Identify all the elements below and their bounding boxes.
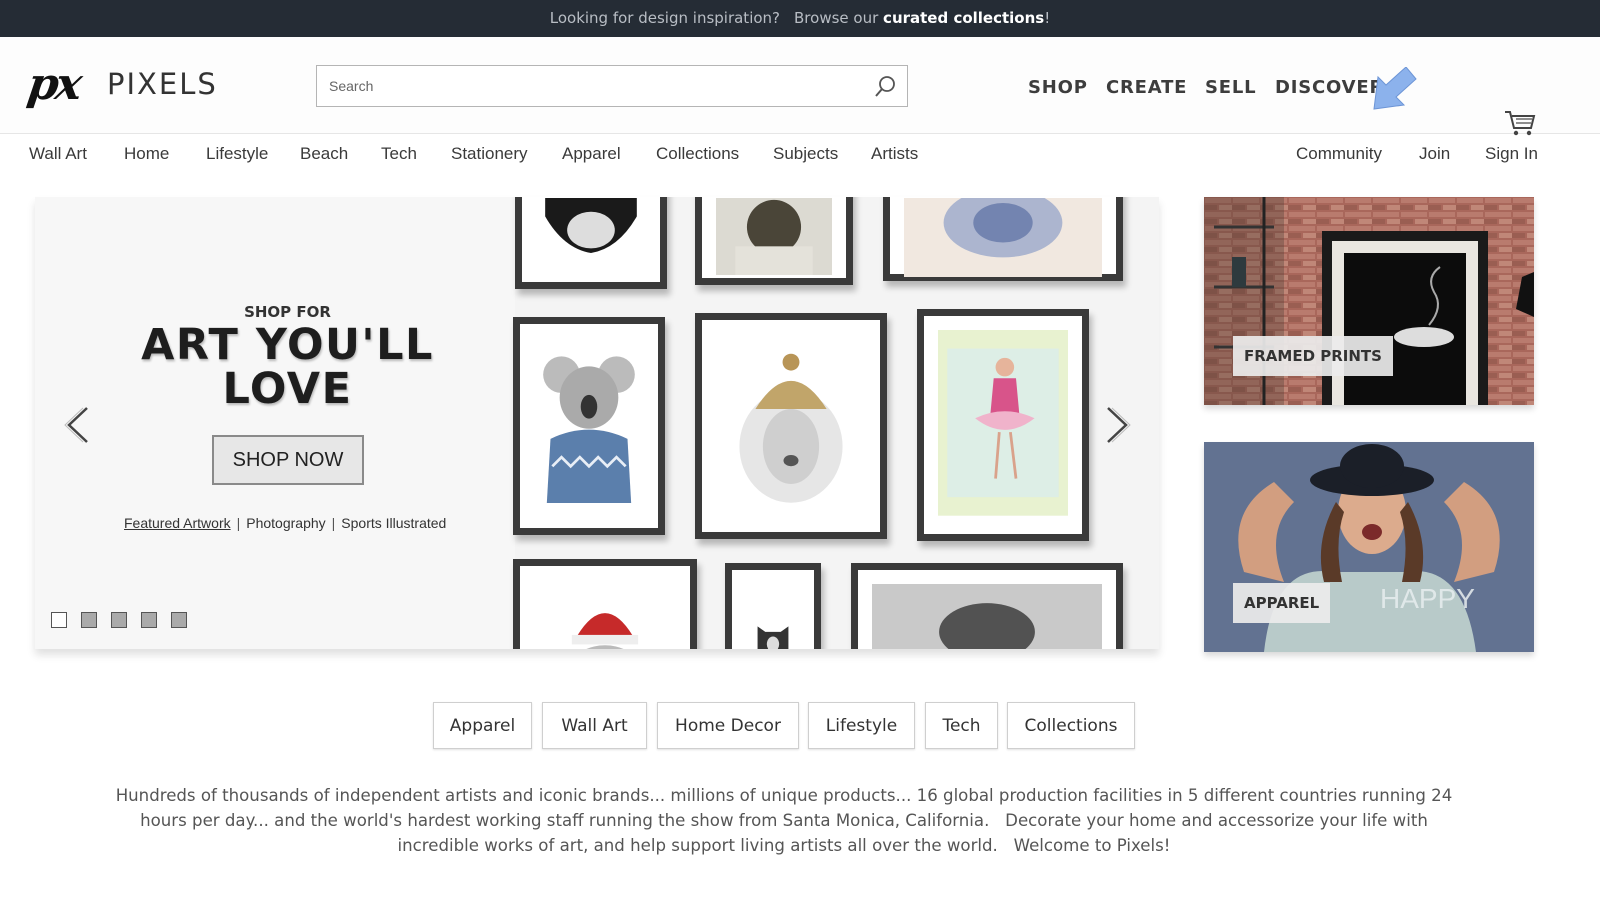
category-wall-art-button[interactable]: Wall Art <box>542 702 647 749</box>
subnav-collections[interactable]: Collections <box>656 144 739 164</box>
subnav-home[interactable]: Home <box>124 144 169 164</box>
hero-image-framed-art <box>513 197 1159 649</box>
frame-penguin <box>515 197 667 289</box>
shop-now-button[interactable]: SHOP NOW <box>212 435 364 485</box>
subnav-stationery[interactable]: Stationery <box>451 144 528 164</box>
framed-prints-label[interactable]: FRAMED PRINTS <box>1233 336 1393 376</box>
intro-paragraph: Hundreds of thousands of independent art… <box>100 783 1468 858</box>
hero-panel <box>35 197 515 649</box>
ballerina-artwork <box>938 330 1068 516</box>
frame-portrait <box>695 197 853 285</box>
slide-dot[interactable] <box>51 612 67 628</box>
subnav-subjects[interactable]: Subjects <box>773 144 838 164</box>
category-nav: Wall Art Home Lifestyle Beach Tech Stati… <box>0 135 1600 173</box>
frame-lion <box>695 313 887 539</box>
search-box <box>316 65 908 107</box>
hero-headline-line1: ART YOU'LL <box>141 320 434 370</box>
search-input[interactable] <box>317 66 867 106</box>
search-icon[interactable] <box>873 75 897 99</box>
lion-artwork <box>716 334 866 522</box>
blue-lion-artwork <box>904 198 1102 278</box>
koala-artwork <box>534 338 644 513</box>
subnav-sign-in[interactable]: Sign In <box>1485 144 1538 164</box>
frame-ballerina <box>917 309 1089 541</box>
subnav-community[interactable]: Community <box>1296 144 1382 164</box>
intro-line: hours per day... and the world's hardest… <box>140 811 1428 830</box>
subnav-apparel[interactable]: Apparel <box>562 144 621 164</box>
santa-koala-artwork <box>534 580 676 649</box>
category-lifestyle-button[interactable]: Lifestyle <box>808 702 915 749</box>
nav-shop[interactable]: SHOP <box>1028 77 1088 98</box>
nav-discover[interactable]: DISCOVER <box>1275 77 1384 98</box>
frame-santa-koala <box>513 559 697 649</box>
subnav-tech[interactable]: Tech <box>381 144 417 164</box>
nav-sell[interactable]: SELL <box>1205 77 1256 98</box>
promo-text: Looking for design inspiration? <box>549 9 781 27</box>
subnav-join[interactable]: Join <box>1419 144 1450 164</box>
carousel-prev-icon[interactable] <box>63 405 93 445</box>
portrait-artwork <box>716 198 832 276</box>
curated-collections-link[interactable]: curated collections <box>883 9 1044 27</box>
logo-text[interactable]: PIXELS <box>107 67 218 101</box>
frame-koala <box>513 317 665 535</box>
promo-bar: Looking for design inspiration? Browse ou… <box>0 0 1600 37</box>
slide-dot[interactable] <box>141 612 157 628</box>
apparel-label[interactable]: APPAREL <box>1233 583 1331 623</box>
shirt-text: HAPPY <box>1380 583 1475 614</box>
pointer-arrow-icon <box>1373 67 1417 110</box>
hero-links: Featured Artwork | Photography | Sports Illu… <box>124 515 447 531</box>
category-home-decor-button[interactable]: Home Decor <box>657 702 799 749</box>
apparel-tile[interactable]: HAPPY APPAREL <box>1204 442 1534 652</box>
sports-illustrated-link[interactable]: Sports Illustrated <box>341 515 446 531</box>
intro-line: incredible works of art, and help suppor… <box>397 836 1171 855</box>
nav-create[interactable]: CREATE <box>1106 77 1187 98</box>
category-apparel-button[interactable]: Apparel <box>433 702 532 749</box>
intro-line: Hundreds of thousands of independent art… <box>115 786 1453 805</box>
hero-headline-line2: LOVE <box>222 364 353 414</box>
slide-dot[interactable] <box>171 612 187 628</box>
penguin-artwork <box>545 198 637 253</box>
cat-artwork <box>746 584 800 649</box>
frame-cat <box>725 563 821 649</box>
yellow-head-artwork <box>872 584 1102 649</box>
category-collections-button[interactable]: Collections <box>1007 702 1135 749</box>
hero-headline: ART YOU'LL LOVE <box>35 323 540 411</box>
framed-prints-tile[interactable]: FRAMED PRINTS <box>1204 197 1534 405</box>
photography-link[interactable]: Photography <box>246 515 325 531</box>
slide-dot[interactable] <box>111 612 127 628</box>
hero-carousel: SHOP FOR ART YOU'LL LOVE SHOP NOW Featur… <box>35 197 1159 649</box>
frame-yellow-head <box>851 563 1123 649</box>
promo-end: ! <box>1044 9 1051 27</box>
promo-browse: Browse our <box>794 9 879 27</box>
subnav-beach[interactable]: Beach <box>300 144 348 164</box>
category-buttons: Apparel Wall Art Home Decor Lifestyle Te… <box>0 702 1600 749</box>
logo-mark[interactable]: px <box>24 59 82 110</box>
frame-blue-lion <box>883 197 1123 281</box>
subnav-artists[interactable]: Artists <box>871 144 918 164</box>
site-header: px PIXELS SHOP CREATE SELL DISCOVER <box>0 37 1600 137</box>
featured-artwork-link[interactable]: Featured Artwork <box>124 515 231 531</box>
category-tech-button[interactable]: Tech <box>925 702 998 749</box>
subnav-lifestyle[interactable]: Lifestyle <box>206 144 268 164</box>
cart-icon[interactable] <box>1504 109 1536 137</box>
hero-kicker: SHOP FOR <box>244 303 331 321</box>
subnav-wall-art[interactable]: Wall Art <box>29 144 87 164</box>
slide-dot[interactable] <box>81 612 97 628</box>
